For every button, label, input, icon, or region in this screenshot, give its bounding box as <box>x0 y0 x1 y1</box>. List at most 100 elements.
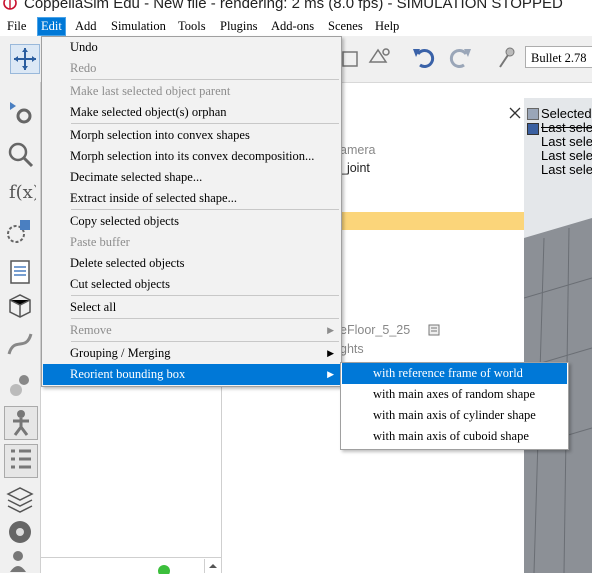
menu-item-label: with main axis of cylinder shape <box>373 408 536 422</box>
menu-item-label: Remove <box>70 323 112 337</box>
menu-bar: File Edit Add Simulation Tools Plugins A… <box>0 16 592 36</box>
submenu-arrow-icon: ▶ <box>327 369 334 379</box>
menu-item-label: Undo <box>70 40 98 54</box>
menu-item-reorient-bounding-box[interactable]: Reorient bounding box ▶ <box>43 364 340 385</box>
undo-icon[interactable] <box>410 45 438 71</box>
app-logo-icon <box>3 0 17 10</box>
menu-item-label: Redo <box>70 61 97 75</box>
menu-help[interactable]: Help <box>375 18 399 35</box>
model-browser-icon[interactable] <box>4 290 36 322</box>
physics-engine-select[interactable]: Bullet 2.78 <box>525 46 592 68</box>
collision-icon[interactable] <box>4 370 36 402</box>
menu-separator <box>71 341 339 342</box>
user-settings-icon[interactable] <box>4 548 36 580</box>
menu-separator <box>71 209 339 210</box>
shape-icon[interactable] <box>340 46 362 70</box>
menu-file[interactable]: File <box>7 18 26 35</box>
panel-divider <box>41 557 221 558</box>
viewport-info-line: Last sele <box>541 134 592 149</box>
page-icon <box>428 324 440 336</box>
menu-item-make-orphan[interactable]: Make selected object(s) orphan <box>43 102 340 123</box>
menu-item-paste[interactable]: Paste buffer <box>43 232 340 253</box>
viewport-info-marker <box>527 108 539 120</box>
menu-item-decimate[interactable]: Decimate selected shape... <box>43 167 340 188</box>
menu-item-label: Grouping / Merging <box>70 346 171 360</box>
menu-scenes[interactable]: Scenes <box>328 18 363 35</box>
menu-item-label: Decimate selected shape... <box>70 170 203 184</box>
dynamics-icon[interactable] <box>496 45 518 71</box>
menu-plugins[interactable]: Plugins <box>220 18 258 35</box>
menu-item-cut[interactable]: Cut selected objects <box>43 274 340 295</box>
robot-icon[interactable] <box>4 406 38 440</box>
reorient-bounding-box-submenu: with reference frame of world with main … <box>340 362 569 450</box>
menu-tools[interactable]: Tools <box>178 18 206 35</box>
scene-row[interactable]: ghts <box>340 342 364 356</box>
window-title: CoppeliaSim Edu - New file - rendering: … <box>24 0 563 12</box>
menu-item-label: Morph selection into convex shapes <box>70 128 250 142</box>
menu-edit[interactable]: Edit <box>37 17 66 36</box>
shape-edit-icon[interactable] <box>366 44 392 70</box>
viewport-info-marker <box>527 123 539 135</box>
calculation-module-icon[interactable] <box>4 138 36 170</box>
menu-item-undo[interactable]: Undo <box>43 37 340 58</box>
viewport-info-line: Last sele <box>541 148 592 163</box>
script-icon[interactable]: f(x) <box>4 174 36 206</box>
menu-item-label: with reference frame of world <box>373 366 523 380</box>
menu-item-morph-decomposition[interactable]: Morph selection into its convex decompos… <box>43 146 340 167</box>
left-toolbar: f(x) <box>0 82 41 573</box>
menu-item-reorient-world[interactable]: with reference frame of world <box>342 363 567 384</box>
menu-separator <box>71 123 339 124</box>
menu-simulation[interactable]: Simulation <box>111 18 166 35</box>
menu-item-label: Copy selected objects <box>70 214 179 228</box>
menu-item-label: with main axes of random shape <box>373 387 536 401</box>
menu-add[interactable]: Add <box>75 18 97 35</box>
menu-item-select-all[interactable]: Select all <box>43 297 340 318</box>
scene-viewport[interactable]: Selected Last sele Last sele Last sele L… <box>524 98 592 573</box>
menu-item-reorient-random-shape[interactable]: with main axes of random shape <box>342 384 567 405</box>
menu-item-grouping-merging[interactable]: Grouping / Merging ▶ <box>43 343 340 364</box>
scene-row[interactable]: eFloor_5_25 <box>340 323 410 337</box>
menu-separator <box>71 318 339 319</box>
page-icon[interactable] <box>4 256 36 288</box>
menu-item-label: Make last selected object parent <box>70 84 231 98</box>
menu-separator <box>71 79 339 80</box>
scene-row[interactable]: amera <box>340 143 375 157</box>
chevron-up-icon <box>209 564 217 568</box>
menu-addons[interactable]: Add-ons <box>271 18 314 35</box>
object-properties-icon[interactable] <box>4 96 36 128</box>
redo-icon[interactable] <box>446 45 474 71</box>
edit-menu: Undo Redo Make last selected object pare… <box>41 36 342 387</box>
menu-item-make-parent[interactable]: Make last selected object parent <box>43 81 340 102</box>
menu-item-reorient-cuboid[interactable]: with main axis of cuboid shape <box>342 426 567 447</box>
shapes-icon[interactable] <box>4 216 36 248</box>
menu-item-reorient-cylinder[interactable]: with main axis of cylinder shape <box>342 405 567 426</box>
svg-text:f(x): f(x) <box>9 182 36 203</box>
menu-item-label: Morph selection into its convex decompos… <box>70 149 315 163</box>
scene-row[interactable]: _joint <box>340 161 370 175</box>
menu-item-label: Make selected object(s) orphan <box>70 105 227 119</box>
menu-item-remove[interactable]: Remove ▶ <box>43 320 340 341</box>
layers-icon[interactable] <box>4 482 36 514</box>
scroll-up-button[interactable] <box>204 559 221 573</box>
video-recorder-icon[interactable] <box>4 516 36 548</box>
menu-item-morph-convex[interactable]: Morph selection into convex shapes <box>43 125 340 146</box>
menu-item-label: Delete selected objects <box>70 256 185 270</box>
move-icon[interactable] <box>10 44 40 74</box>
path-icon[interactable] <box>4 328 36 360</box>
menu-item-label: Extract inside of selected shape... <box>70 191 237 205</box>
hierarchy-icon[interactable] <box>4 444 38 478</box>
menu-separator <box>71 295 339 296</box>
menu-item-label: with main axis of cuboid shape <box>373 429 529 443</box>
menu-item-copy[interactable]: Copy selected objects <box>43 211 340 232</box>
menu-item-delete[interactable]: Delete selected objects <box>43 253 340 274</box>
menu-item-label: Cut selected objects <box>70 277 170 291</box>
close-icon[interactable] <box>508 106 522 120</box>
menu-item-extract-inside[interactable]: Extract inside of selected shape... <box>43 188 340 209</box>
menu-item-label: Paste buffer <box>70 235 130 249</box>
menu-item-label: Select all <box>70 300 117 314</box>
menu-item-redo[interactable]: Redo <box>43 58 340 79</box>
title-bar: CoppeliaSim Edu - New file - rendering: … <box>0 0 592 14</box>
menu-item-label: Reorient bounding box <box>70 367 186 381</box>
viewport-info-line: Last sele <box>541 120 592 135</box>
submenu-arrow-icon: ▶ <box>327 348 334 358</box>
